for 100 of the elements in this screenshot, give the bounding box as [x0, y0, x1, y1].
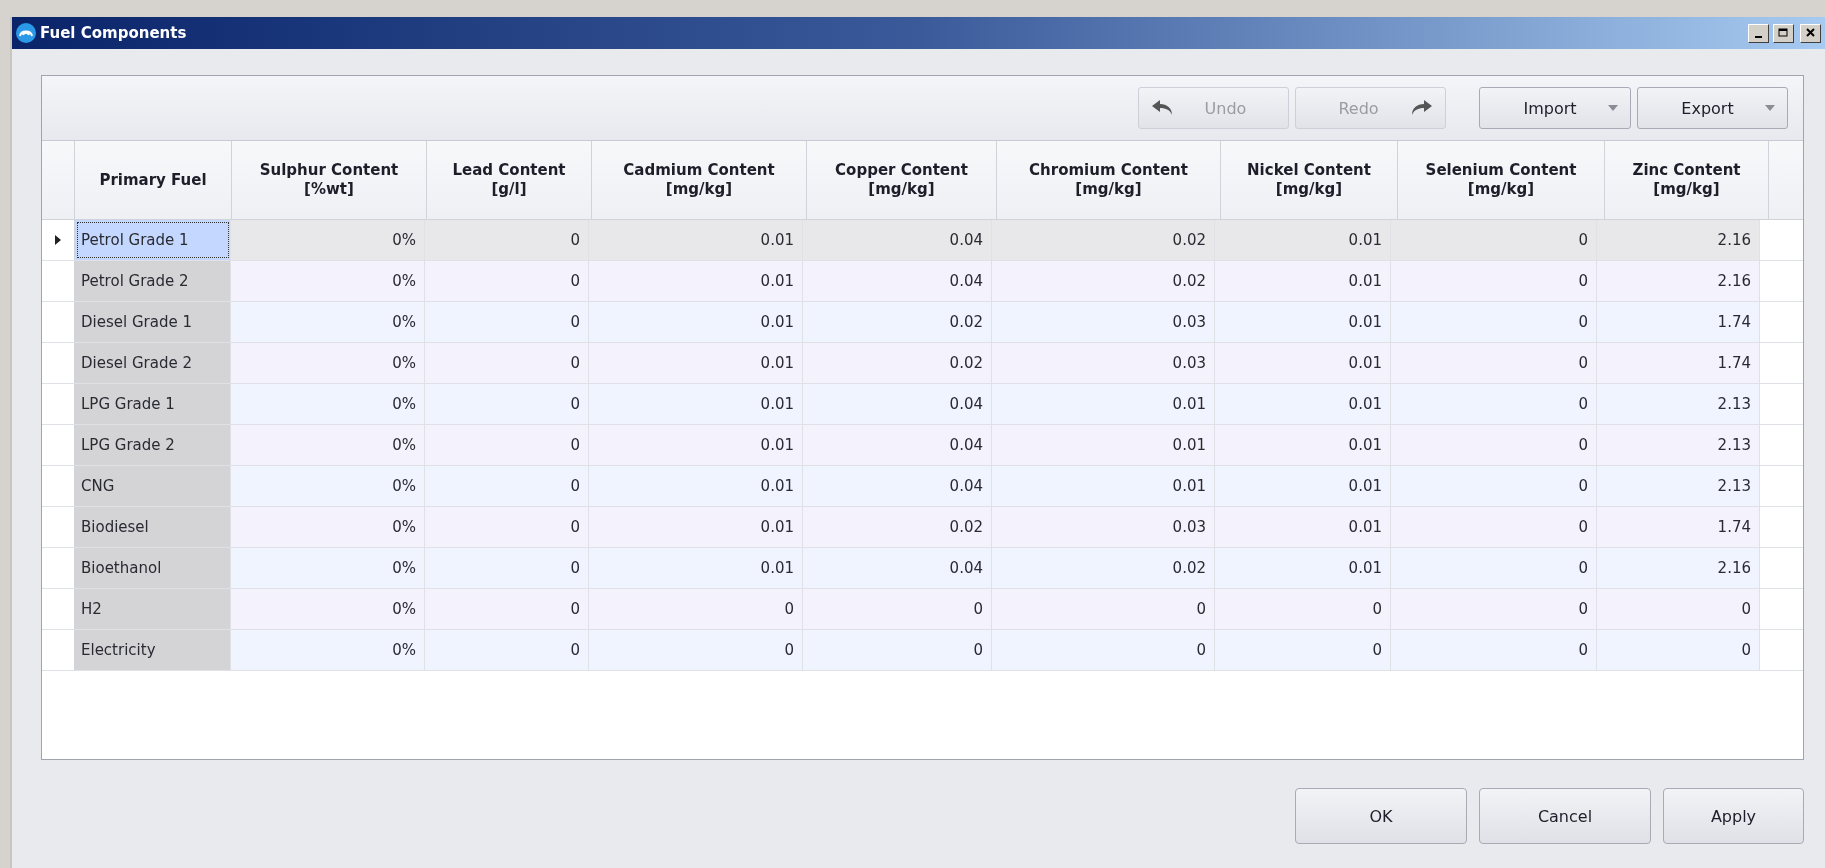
table-cell[interactable]: 0.01	[589, 548, 803, 588]
table-cell[interactable]: 0%	[231, 261, 425, 301]
close-button[interactable]	[1800, 23, 1821, 43]
table-cell[interactable]: 0.01	[589, 220, 803, 260]
table-cell[interactable]: 0	[1391, 466, 1597, 506]
table-cell[interactable]: 0	[1391, 425, 1597, 465]
table-cell[interactable]: 0.02	[992, 220, 1215, 260]
table-cell[interactable]: 0.01	[1215, 220, 1391, 260]
table-cell[interactable]: 0	[425, 343, 589, 383]
table-cell[interactable]: 2.13	[1597, 425, 1760, 465]
table-cell[interactable]: 0	[425, 384, 589, 424]
table-cell[interactable]: 0	[1391, 343, 1597, 383]
table-cell[interactable]: 0.01	[1215, 466, 1391, 506]
table-cell[interactable]: Petrol Grade 2	[75, 261, 231, 301]
table-cell[interactable]: 0.04	[803, 261, 992, 301]
table-cell[interactable]: 0	[1391, 220, 1597, 260]
table-cell[interactable]: 0	[425, 220, 589, 260]
table-cell[interactable]: 0.01	[1215, 261, 1391, 301]
table-cell[interactable]: 0	[992, 589, 1215, 629]
table-cell[interactable]: Petrol Grade 1	[75, 220, 231, 260]
table-cell[interactable]: 0.02	[803, 343, 992, 383]
table-cell[interactable]: 0.01	[589, 466, 803, 506]
table-cell[interactable]: 0	[1391, 302, 1597, 342]
table-cell[interactable]: Diesel Grade 2	[75, 343, 231, 383]
table-cell[interactable]: 0	[1391, 384, 1597, 424]
column-header[interactable]: Nickel Content [mg/kg]	[1221, 141, 1398, 219]
table-cell[interactable]: 0	[1597, 630, 1760, 670]
table-cell[interactable]: 1.74	[1597, 507, 1760, 547]
table-cell[interactable]: 0.01	[589, 384, 803, 424]
table-cell[interactable]: 0	[803, 589, 992, 629]
table-cell[interactable]: Electricity	[75, 630, 231, 670]
table-cell[interactable]: 0.01	[589, 302, 803, 342]
table-cell[interactable]: 0	[425, 630, 589, 670]
column-header[interactable]: Zinc Content [mg/kg]	[1605, 141, 1769, 219]
table-cell[interactable]: 0	[803, 630, 992, 670]
table-cell[interactable]: 0	[425, 507, 589, 547]
table-cell[interactable]: 0.02	[992, 548, 1215, 588]
table-cell[interactable]: 0%	[231, 384, 425, 424]
table-cell[interactable]: 0.04	[803, 466, 992, 506]
column-header[interactable]: Copper Content [mg/kg]	[807, 141, 997, 219]
table-cell[interactable]: 0%	[231, 548, 425, 588]
table-cell[interactable]: 0	[1597, 589, 1760, 629]
minimize-button[interactable]	[1748, 23, 1769, 43]
table-cell[interactable]: 0	[1391, 630, 1597, 670]
table-cell[interactable]: H2	[75, 589, 231, 629]
table-cell[interactable]: 0	[1391, 548, 1597, 588]
table-cell[interactable]: 0.01	[992, 425, 1215, 465]
table-cell[interactable]: 0.04	[803, 384, 992, 424]
column-header[interactable]: Sulphur Content [%wt]	[232, 141, 427, 219]
table-cell[interactable]: 0.01	[1215, 507, 1391, 547]
table-cell[interactable]: 0%	[231, 425, 425, 465]
table-cell[interactable]: 0.01	[589, 261, 803, 301]
table-cell[interactable]: 0	[425, 302, 589, 342]
maximize-button[interactable]	[1773, 23, 1794, 43]
table-cell[interactable]: 0.04	[803, 425, 992, 465]
table-cell[interactable]: 0.04	[803, 548, 992, 588]
table-cell[interactable]: 0	[425, 548, 589, 588]
table-cell[interactable]: 0.02	[803, 507, 992, 547]
column-header[interactable]: Chromium Content [mg/kg]	[997, 141, 1221, 219]
table-cell[interactable]: 0	[1391, 507, 1597, 547]
table-cell[interactable]: 0.03	[992, 343, 1215, 383]
table-cell[interactable]: 0.01	[1215, 343, 1391, 383]
table-cell[interactable]: 1.74	[1597, 302, 1760, 342]
column-header[interactable]: Lead Content [g/l]	[427, 141, 592, 219]
table-cell[interactable]: 0%	[231, 466, 425, 506]
table-cell[interactable]: 0	[1391, 261, 1597, 301]
table-cell[interactable]: 0	[1215, 630, 1391, 670]
table-cell[interactable]: 0.04	[803, 220, 992, 260]
column-header[interactable]: Cadmium Content [mg/kg]	[592, 141, 807, 219]
table-cell[interactable]: 0%	[231, 589, 425, 629]
table-cell[interactable]: 0	[589, 589, 803, 629]
table-cell[interactable]: 0.03	[992, 507, 1215, 547]
table-cell[interactable]: 0	[1391, 589, 1597, 629]
dialog-button[interactable]: Apply	[1663, 788, 1804, 844]
column-header[interactable]: Primary Fuel	[75, 141, 232, 219]
table-cell[interactable]: 0.01	[992, 466, 1215, 506]
table-cell[interactable]: Diesel Grade 1	[75, 302, 231, 342]
table-cell[interactable]: 2.16	[1597, 261, 1760, 301]
table-cell[interactable]: 0	[425, 261, 589, 301]
table-cell[interactable]: 0%	[231, 343, 425, 383]
dropdown-button[interactable]: Import	[1479, 87, 1631, 129]
table-cell[interactable]: LPG Grade 1	[75, 384, 231, 424]
table-cell[interactable]: 0.01	[589, 343, 803, 383]
table-cell[interactable]: 2.13	[1597, 466, 1760, 506]
table-cell[interactable]: 0	[425, 466, 589, 506]
table-cell[interactable]: 2.13	[1597, 384, 1760, 424]
table-cell[interactable]: Biodiesel	[75, 507, 231, 547]
table-cell[interactable]: 0.03	[992, 302, 1215, 342]
table-cell[interactable]: CNG	[75, 466, 231, 506]
table-cell[interactable]: 0.01	[1215, 425, 1391, 465]
column-header[interactable]: Selenium Content [mg/kg]	[1398, 141, 1605, 219]
table-cell[interactable]: 0	[589, 630, 803, 670]
table-cell[interactable]: 0.01	[1215, 384, 1391, 424]
table-cell[interactable]: 0%	[231, 630, 425, 670]
table-cell[interactable]: 0.01	[1215, 548, 1391, 588]
table-cell[interactable]: 0.01	[992, 384, 1215, 424]
table-cell[interactable]: 0	[992, 630, 1215, 670]
table-cell[interactable]: LPG Grade 2	[75, 425, 231, 465]
dropdown-button[interactable]: Export	[1637, 87, 1788, 129]
table-cell[interactable]: 2.16	[1597, 548, 1760, 588]
